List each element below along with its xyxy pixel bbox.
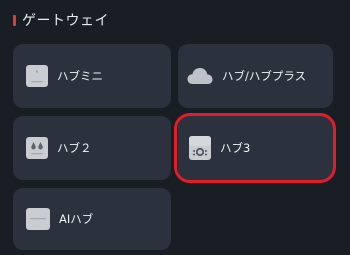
device-card-label: ハブ/ハブプラス <box>222 69 307 83</box>
device-card-hub-plus[interactable]: ハブ/ハブプラス <box>178 44 333 108</box>
device-card-label: ハブ3 <box>220 141 251 155</box>
section-header: ゲートウェイ <box>13 9 109 31</box>
device-card-label: ハブミニ <box>57 69 103 83</box>
section-accent-bar <box>13 14 16 26</box>
cloud-icon <box>187 68 213 84</box>
device-card-label: ハブ２ <box>57 141 92 155</box>
section-title: ゲートウェイ <box>22 13 109 29</box>
device-card-label: AIハブ <box>59 212 94 226</box>
device-card-ai-hub[interactable]: AIハブ <box>13 188 171 250</box>
device-card-hub-mini[interactable]: ハブミニ <box>13 44 171 108</box>
ai-hub-icon <box>26 208 50 230</box>
hub-mini-icon <box>26 65 48 87</box>
device-card-hub-3[interactable]: ハブ3 <box>178 116 333 180</box>
hub-2-icon <box>26 137 48 159</box>
device-card-hub-2[interactable]: ハブ２ <box>13 116 171 180</box>
hub-3-icon <box>189 136 211 160</box>
